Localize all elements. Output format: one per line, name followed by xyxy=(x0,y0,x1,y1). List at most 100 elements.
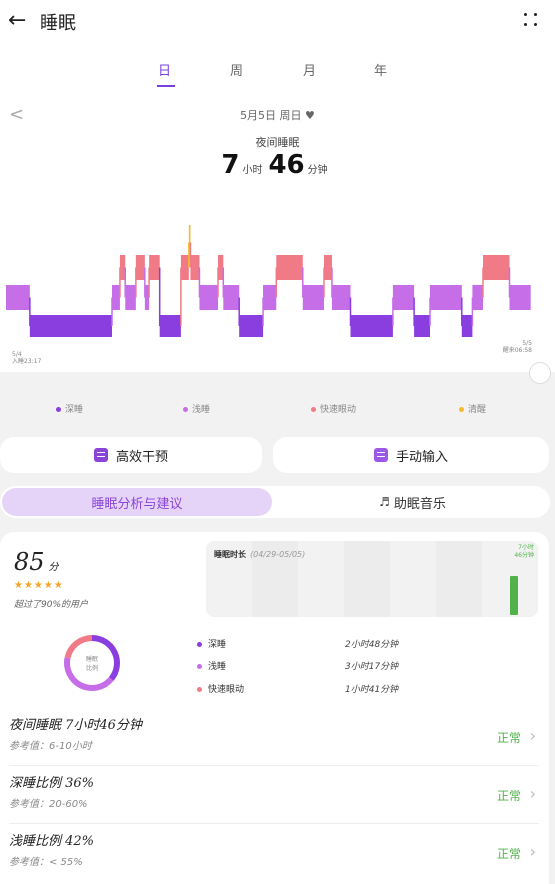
stage-segment xyxy=(125,285,136,310)
legend-rem-label: 快速眼动 xyxy=(320,405,357,415)
tab-week[interactable]: 周 xyxy=(230,60,243,79)
weekly-duration-chart[interactable]: 睡眠时长 (04/29-05/05) 7小时 46分钟 xyxy=(206,541,538,617)
stage-legend: 深睡 浅睡 快速眼动 清醒 xyxy=(0,402,555,418)
stage-segment xyxy=(472,285,483,310)
stat-reference: 参考值：6-10小时 xyxy=(9,741,92,752)
chart-end-axis-label: 5/5 醒来06:58 xyxy=(496,340,532,354)
sleep-stage-chart[interactable]: 5/4 入睡23:17 5/5 醒来06:58 xyxy=(0,210,555,375)
legend-awake-dot-icon xyxy=(459,407,464,412)
ratio-deep-label: 深睡 xyxy=(208,640,227,650)
chart-start-date: 5/4 xyxy=(12,351,22,358)
stage-segment xyxy=(218,255,224,280)
duration-range: (04/29-05/05) xyxy=(250,550,306,559)
ratio-deep-value: 2小时48分钟 xyxy=(345,640,399,650)
stage-segment xyxy=(223,285,240,310)
stage-segment xyxy=(392,285,415,310)
scroll-handle[interactable] xyxy=(529,362,551,384)
stage-segment xyxy=(350,315,393,337)
legend-light: 浅睡 xyxy=(183,402,210,415)
ratio-light-dot-icon xyxy=(197,664,202,669)
chevron-right-icon: › xyxy=(529,842,536,861)
legend-deep: 深睡 xyxy=(56,402,83,415)
donut-label-line2: 比例 xyxy=(85,665,98,672)
content-segment-control: 睡眠分析与建议 ♬ 助眠音乐 xyxy=(0,486,550,518)
total-hours: 7 xyxy=(221,150,240,180)
legend-light-label: 浅睡 xyxy=(192,405,211,415)
duration-title-label: 睡眠时长 xyxy=(214,550,246,559)
segment-sleep-music[interactable]: ♬ 助眠音乐 xyxy=(280,488,545,516)
ratio-light-value: 3小时17分钟 xyxy=(345,662,399,672)
tab-year[interactable]: 年 xyxy=(374,60,387,79)
stat-reference: 参考值：20-60% xyxy=(9,799,88,810)
music-note-icon: ♬ xyxy=(379,495,390,509)
sleep-music-label: 助眠音乐 xyxy=(393,496,446,512)
page-title: 睡眠 xyxy=(40,13,76,34)
stage-segment xyxy=(239,315,264,337)
ratio-light-label: 浅睡 xyxy=(208,662,227,672)
chart-end-date: 5/5 xyxy=(522,340,532,347)
ratio-row-light: 浅睡 3小时17分钟 xyxy=(197,659,457,673)
stat-row-light-ratio[interactable]: 浅睡比例 42% 参考值：< 55% 正常 › xyxy=(0,824,549,882)
stage-segment xyxy=(149,255,160,280)
tab-day[interactable]: 日 xyxy=(158,60,171,79)
tab-month[interactable]: 月 xyxy=(303,60,316,79)
duration-value: 7小时 46分钟 xyxy=(514,544,534,560)
hours-unit: 小时 xyxy=(242,165,263,176)
back-arrow-icon[interactable]: ← xyxy=(8,8,26,33)
sleep-type-label: 夜间睡眠 xyxy=(255,136,300,149)
efficient-intervention-label: 高效干预 xyxy=(115,449,168,465)
stage-segment xyxy=(190,255,200,280)
legend-rem: 快速眼动 xyxy=(311,402,356,415)
period-tabs: 日 周 月 年 xyxy=(0,60,555,90)
chart-start-time: 入睡23:17 xyxy=(12,358,42,365)
stage-segment xyxy=(414,315,430,337)
duration-value-minutes: 46分钟 xyxy=(514,552,534,559)
intervention-icon xyxy=(93,448,108,462)
ratio-deep-dot-icon xyxy=(197,642,202,647)
manual-input-button[interactable]: 手动输入 xyxy=(273,437,549,473)
legend-deep-dot-icon xyxy=(56,407,61,412)
donut-label-line1: 睡眠 xyxy=(85,656,98,663)
duration-column xyxy=(344,541,390,617)
stage-segment xyxy=(461,315,473,337)
stage-segment xyxy=(509,285,531,310)
total-minutes: 46 xyxy=(268,150,305,180)
stat-row-night-sleep[interactable]: 夜间睡眠 7小时46分钟 参考值：6-10小时 正常 › xyxy=(0,708,549,766)
ratio-rem-value: 1小时41分钟 xyxy=(345,685,399,695)
legend-rem-dot-icon xyxy=(311,407,316,412)
segment-sleep-analysis[interactable]: 睡眠分析与建议 xyxy=(2,488,272,516)
donut-center-label: 睡眠 比例 xyxy=(72,655,112,673)
more-options-icon[interactable] xyxy=(521,10,541,30)
duration-bar xyxy=(510,576,518,615)
duration-value-hours: 7小时 xyxy=(518,544,534,551)
stage-segment xyxy=(276,255,303,280)
minutes-unit: 分钟 xyxy=(307,165,328,176)
stat-status: 正常 xyxy=(496,731,521,745)
tab-active-indicator xyxy=(157,85,175,87)
stat-title: 深睡比例 36% xyxy=(9,776,95,791)
stat-status: 正常 xyxy=(496,789,521,803)
sleep-score: 85 分 xyxy=(14,548,59,576)
manual-input-label: 手动输入 xyxy=(395,449,448,465)
ratio-row-deep: 深睡 2小时48分钟 xyxy=(197,637,457,651)
chart-end-time: 醒来06:58 xyxy=(502,347,532,354)
chart-start-axis-label: 5/4 入睡23:17 xyxy=(12,351,41,365)
stat-row-deep-ratio[interactable]: 深睡比例 36% 参考值：20-60% 正常 › xyxy=(0,766,549,824)
ratio-rem-dot-icon xyxy=(197,687,202,692)
stage-segment xyxy=(180,255,189,280)
total-sleep-duration: 7 小时 46 分钟 xyxy=(0,150,555,180)
edit-note-icon xyxy=(373,448,388,462)
stage-segment xyxy=(29,315,113,337)
chevron-right-icon: › xyxy=(529,726,536,745)
stat-reference: 参考值：< 55% xyxy=(9,857,83,868)
stat-status: 正常 xyxy=(496,847,521,861)
stage-segment xyxy=(302,285,324,310)
duration-column xyxy=(436,541,482,617)
stage-segment xyxy=(324,255,332,280)
stage-segment xyxy=(6,285,30,310)
stage-segment xyxy=(112,285,120,310)
star-rating: ★★★★★ xyxy=(14,580,64,591)
hypnogram-svg xyxy=(6,225,531,337)
efficient-intervention-button[interactable]: 高效干预 xyxy=(0,437,262,473)
date-label: 5月5日 周日 ♥ xyxy=(240,109,315,122)
